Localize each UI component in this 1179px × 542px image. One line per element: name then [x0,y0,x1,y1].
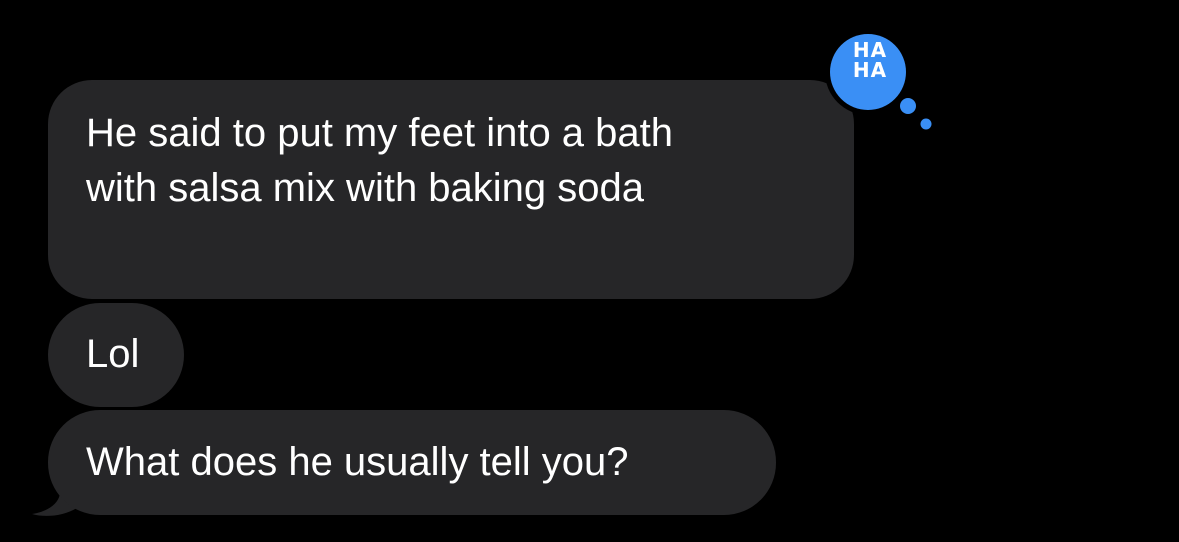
message-text: What does he usually tell you? [86,440,629,484]
message-text: Lol [86,332,140,376]
message-bubble-incoming[interactable]: He said to put my feet into a bath with … [48,80,854,299]
message-text-line: He said to put my feet into a bath [86,111,674,155]
haha-label-line: HA [852,38,888,62]
message-text-line: with salsa mix with baking soda [86,166,645,210]
haha-label-line: HA [852,58,888,82]
message-bubble-incoming[interactable]: What does he usually tell you? [48,410,776,515]
message-bubble-incoming[interactable]: Lol [48,303,184,407]
haha-label: HA HA [840,40,900,80]
